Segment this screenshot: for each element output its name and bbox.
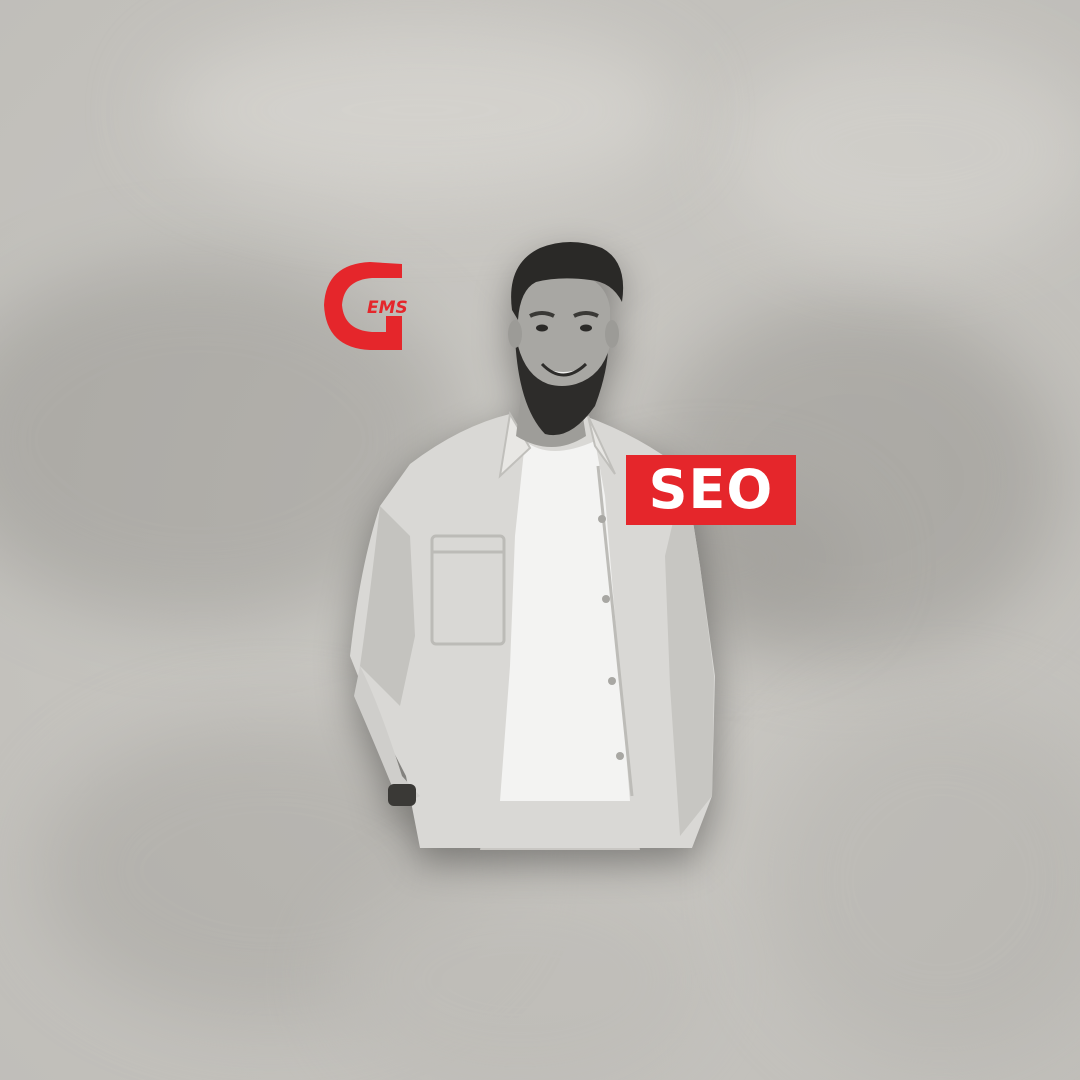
left-eye [536,324,548,332]
gems-logo-icon: EMS [320,258,410,352]
poster-canvas: EMS SEO [0,0,1080,1080]
seo-label: SEO [648,458,774,521]
right-eye [580,324,592,332]
watch [388,784,416,806]
seo-badge: SEO [626,455,796,525]
face [518,272,610,386]
logo-text: EMS [367,298,408,318]
